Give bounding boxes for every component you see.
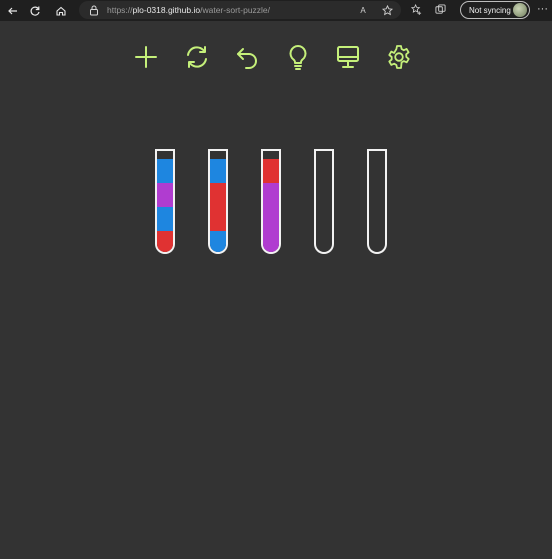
lock-icon <box>89 4 101 16</box>
tube[interactable] <box>367 149 387 254</box>
undo-button[interactable] <box>233 43 261 71</box>
settings-button[interactable] <box>385 43 413 71</box>
monitor-icon <box>337 46 359 68</box>
liquid-segment-red <box>157 231 173 252</box>
back-arrow-icon <box>8 7 17 14</box>
profile-button[interactable]: Not syncing <box>460 1 530 19</box>
game-toolbar <box>0 43 552 73</box>
url-path: /water-sort-puzzle/ <box>200 5 271 15</box>
hint-button[interactable] <box>284 43 312 71</box>
read-aloud-icon[interactable]: A <box>357 4 369 16</box>
liquid-segment-blue <box>210 231 226 252</box>
liquid-segment-purple <box>157 183 173 207</box>
liquid-segment-blue <box>157 159 173 183</box>
liquid-segment-purple <box>263 207 279 231</box>
home-icon <box>56 6 66 16</box>
tube[interactable] <box>155 149 175 254</box>
tube[interactable] <box>208 149 228 254</box>
refresh-button[interactable] <box>22 0 48 21</box>
refresh-icon <box>30 6 40 16</box>
liquid-segment-red <box>263 159 279 183</box>
favorite-star-icon[interactable] <box>381 4 393 16</box>
read-aloud-label: A <box>360 5 366 15</box>
display-button[interactable] <box>334 43 362 71</box>
address-bar[interactable]: https://plo-0318.github.io/water-sort-pu… <box>79 1 401 19</box>
liquid-segment-purple <box>263 231 279 252</box>
undo-arrow-icon <box>237 48 257 69</box>
avatar <box>513 3 527 17</box>
home-button[interactable] <box>48 0 74 21</box>
liquid-segment-red <box>210 207 226 231</box>
liquid-segment-purple <box>263 183 279 207</box>
lightbulb-icon <box>289 45 307 70</box>
liquid-segment-blue <box>210 159 226 183</box>
refresh-icon <box>187 46 207 68</box>
tube[interactable] <box>314 149 334 254</box>
liquid-segment-blue <box>157 207 173 231</box>
profile-label: Not syncing <box>469 5 511 15</box>
browser-toolbar: https://plo-0318.github.io/water-sort-pu… <box>0 0 552 21</box>
tube[interactable] <box>261 149 281 254</box>
url-text: https://plo-0318.github.io/water-sort-pu… <box>107 5 270 15</box>
collections-icon[interactable] <box>434 3 446 15</box>
url-host: plo-0318.github.io <box>132 5 201 15</box>
new-game-button[interactable] <box>132 43 160 71</box>
liquid-segment-red <box>210 183 226 207</box>
url-prefix: https:// <box>107 5 133 15</box>
gear-icon <box>388 45 410 69</box>
restart-button[interactable] <box>183 43 211 71</box>
more-options-icon[interactable]: ··· <box>537 3 548 15</box>
plus-icon <box>135 46 157 68</box>
favorites-icon[interactable] <box>410 3 422 15</box>
